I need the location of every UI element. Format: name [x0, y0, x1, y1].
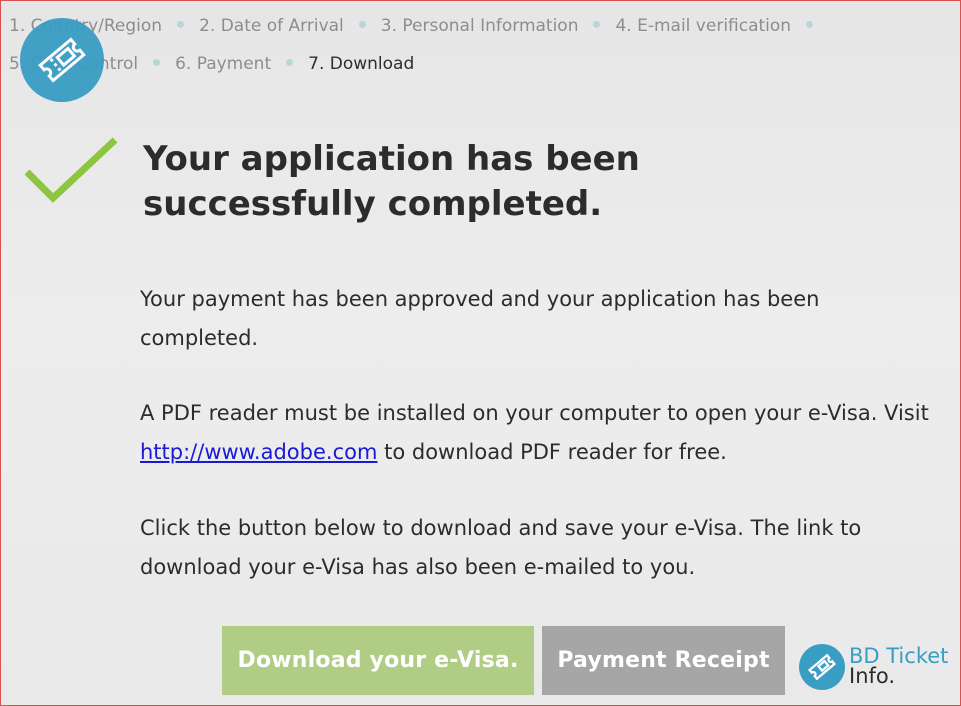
watermark-line2: Info. [849, 664, 896, 688]
page-title: Your application has been successfully c… [143, 139, 640, 224]
ticket-glyph [38, 37, 86, 83]
step-separator [286, 59, 294, 66]
payment-approved-text: Your payment has been approved and your … [140, 287, 820, 350]
ticket-logo-icon [799, 644, 845, 690]
step-personal-information[interactable]: 3. Personal Information [381, 16, 579, 36]
pdf-text-before: A PDF reader must be installed on your c… [140, 401, 929, 425]
pdf-reader-text: A PDF reader must be installed on your c… [140, 394, 940, 471]
step-download: 7. Download [308, 54, 415, 74]
ticket-glyph-small [807, 653, 837, 681]
pdf-text-after: to download PDF reader for free. [377, 439, 727, 464]
step-payment[interactable]: 6. Payment [175, 54, 271, 74]
bd-ticket-watermark: BD Ticket Info. [799, 644, 959, 694]
download-evisa-button[interactable]: Download your e-Visa. [222, 626, 534, 695]
download-instructions-text: Click the button below to download and s… [140, 516, 862, 579]
step-separator [806, 21, 814, 28]
progress-steps: 1. Country/Region 2. Date of Arrival 3. Pe… [9, 7, 954, 83]
step-separator [153, 59, 161, 66]
step-email-verification[interactable]: 4. E-mail verification [615, 16, 791, 36]
step-separator [593, 21, 601, 28]
check-icon [24, 137, 118, 203]
payment-receipt-button[interactable]: Payment Receipt [542, 626, 785, 695]
ticket-logo-icon [20, 18, 104, 102]
step-separator [177, 21, 185, 28]
adobe-link[interactable]: http://www.adobe.com [140, 440, 377, 464]
step-date-of-arrival[interactable]: 2. Date of Arrival [199, 16, 344, 36]
page-frame: 1. Country/Region 2. Date of Arrival 3. Pe… [0, 0, 961, 706]
step-separator [358, 21, 366, 28]
